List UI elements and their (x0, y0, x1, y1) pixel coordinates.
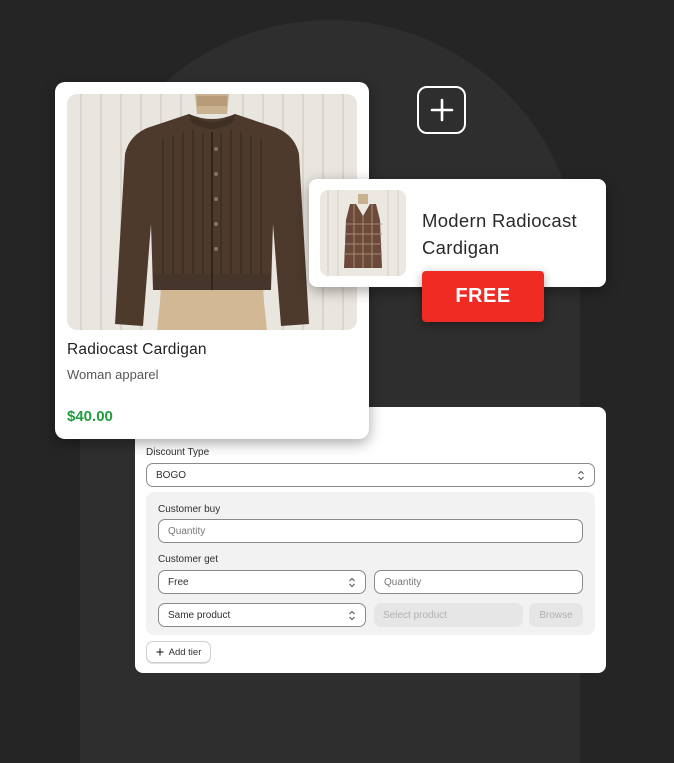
add-tier-label: Add tier (168, 646, 202, 658)
select-chevron-icon (349, 610, 355, 621)
select-product-input: Select product (374, 603, 523, 627)
get-type-value: Free (168, 576, 189, 588)
product-price: $40.00 (67, 408, 113, 425)
get-type-select[interactable]: Free (158, 570, 366, 594)
discount-type-select[interactable]: BOGO (146, 463, 595, 487)
product-name: Radiocast Cardigan (67, 341, 207, 358)
discount-type-label: Discount Type (146, 447, 210, 458)
add-button[interactable] (417, 86, 466, 134)
get-quantity-placeholder: Quantity (384, 576, 422, 588)
discount-form: Discount Type BOGO Customer buy Quantity… (135, 407, 606, 673)
select-chevron-icon (578, 470, 584, 481)
select-chevron-icon (349, 577, 355, 588)
browse-button: Browse (529, 603, 583, 627)
free-item-name: Modern Radiocast Cardigan (422, 210, 577, 258)
discount-tier: Customer buy Quantity Customer get Free … (146, 492, 595, 635)
select-product-placeholder: Select product (383, 609, 447, 621)
free-item-image (320, 190, 406, 276)
discount-type-value: BOGO (156, 469, 187, 481)
plus-icon (156, 648, 164, 656)
customer-get-label: Customer get (158, 554, 219, 565)
buy-quantity-placeholder: Quantity (168, 525, 206, 537)
get-product-value: Same product (168, 609, 231, 621)
get-quantity-input[interactable]: Quantity (374, 570, 583, 594)
customer-buy-label: Customer buy (158, 504, 221, 515)
free-badge: FREE (422, 271, 544, 322)
get-product-select[interactable]: Same product (158, 603, 366, 627)
product-category: Woman apparel (67, 367, 159, 382)
add-tier-button[interactable]: Add tier (146, 641, 211, 663)
buy-quantity-input[interactable]: Quantity (158, 519, 583, 543)
plus-icon (430, 98, 453, 122)
